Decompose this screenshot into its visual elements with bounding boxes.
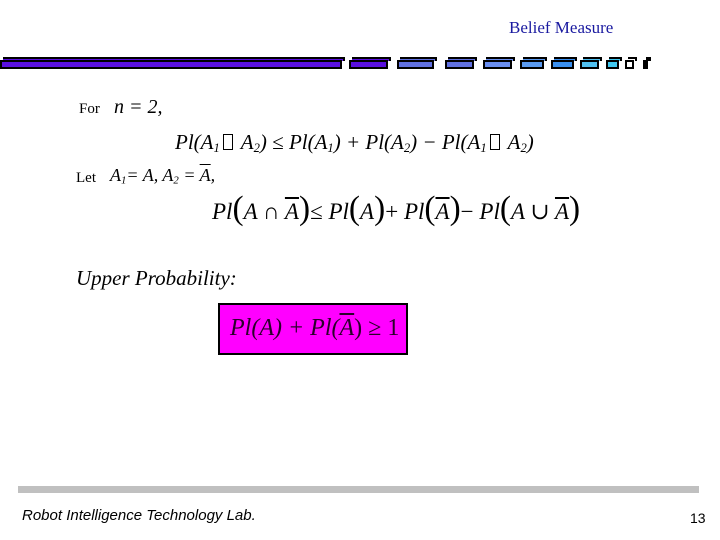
eq2-minus: −	[460, 199, 474, 224]
let-a2: A	[162, 165, 174, 185]
bar-segment	[551, 57, 577, 69]
eq1-close: )	[259, 130, 267, 154]
paren-open: (	[348, 190, 361, 227]
eq2-a3: A	[510, 199, 525, 224]
eq1-rhs2-close: ) −	[410, 130, 442, 154]
eq1-a2: A	[240, 130, 254, 154]
paren-close: )	[298, 190, 311, 227]
paren-open: (	[232, 190, 244, 227]
highlight-abar: A	[339, 315, 355, 341]
eq1-rhs3: Pl(A	[441, 130, 481, 154]
eq2-abar2: A	[435, 199, 450, 224]
let-abar: A	[199, 165, 211, 185]
bar-segment	[483, 57, 515, 69]
eq2-a2: A	[360, 199, 375, 224]
let-sub2: 2	[173, 174, 179, 187]
bar-segment	[349, 57, 391, 69]
paren-close: )	[449, 190, 461, 227]
eq2-cup: ∪	[530, 199, 550, 224]
bar-segment	[606, 57, 622, 69]
paren-open: (	[499, 190, 511, 227]
highlighted-inequality: Pl(A) + Pl(A) ≥ 1	[230, 315, 399, 342]
eq1-rhs1: Pl(A	[288, 130, 328, 154]
eq2-pl3: Pl	[403, 199, 425, 224]
missing-symbol-glyph	[489, 134, 500, 150]
eq2-cap: ∩	[262, 199, 280, 224]
eq2-relation: ≤	[310, 199, 323, 224]
bar-segment	[397, 57, 437, 69]
slide-title: Belief Measure	[509, 18, 614, 37]
eq1-pl: Pl(	[175, 130, 201, 154]
eq2-abar3: A	[554, 199, 570, 224]
bar-segment	[445, 57, 477, 69]
highlight-tail: ) ≥ 1	[354, 315, 400, 341]
bar-segment	[643, 57, 651, 69]
inequality-complement: Pl(A ∩ A)≤ Pl(A)+ Pl(A)− Pl(A ∪ A)	[212, 192, 580, 225]
missing-symbol-glyph	[222, 134, 233, 150]
eq2-pl1: Pl	[212, 199, 233, 224]
paren-open: (	[424, 190, 436, 227]
highlighted-inequality-box: Pl(A) + Pl(A) ≥ 1	[218, 303, 408, 355]
eq1-rhs3-a2: A	[507, 130, 521, 154]
highlight-lhs: Pl(A) + Pl(	[230, 315, 340, 341]
footer-divider	[18, 486, 699, 493]
upper-probability-heading: Upper Probability:	[76, 266, 237, 290]
page-number: 13	[690, 510, 706, 526]
eq2-plus: +	[385, 199, 399, 224]
bar-segment	[520, 57, 547, 69]
eq1-rhs3-sub: 1	[480, 141, 487, 156]
footer-lab-name: Robot Intelligence Technology Lab.	[22, 507, 256, 524]
let-label: Let	[76, 170, 96, 186]
eq1-rhs2: Pl(A	[365, 130, 404, 154]
bar-segment	[0, 57, 345, 69]
eq1-a1: A	[200, 130, 214, 154]
eq2-abar: A	[284, 199, 299, 224]
bar-segment	[580, 57, 602, 69]
eq1-sub1: 1	[213, 141, 220, 156]
eq2-a: A	[243, 199, 258, 224]
paren-close: )	[569, 190, 581, 227]
let-trail: ,	[210, 165, 216, 185]
inequality-general: Pl(A1 A2) ≤ Pl(A1) + Pl(A2) − Pl(A1 A2)	[175, 130, 534, 156]
eq2-pl4: Pl	[479, 199, 500, 224]
bar-segment	[625, 57, 637, 69]
let-a1: A	[110, 165, 121, 185]
for-label: For	[79, 101, 100, 117]
for-expression: n = 2,	[114, 96, 163, 118]
eq1-relation: ≤	[272, 130, 284, 154]
let-eq1: = A,	[126, 165, 159, 185]
let-expression: A1= A, A2 = A,	[110, 165, 215, 187]
eq1-rhs3-close: )	[526, 130, 534, 154]
eq1-rhs1-close: ) +	[333, 130, 366, 154]
paren-close: )	[374, 190, 386, 227]
eq2-pl2: Pl	[328, 199, 349, 224]
let-eq2: =	[183, 165, 200, 185]
